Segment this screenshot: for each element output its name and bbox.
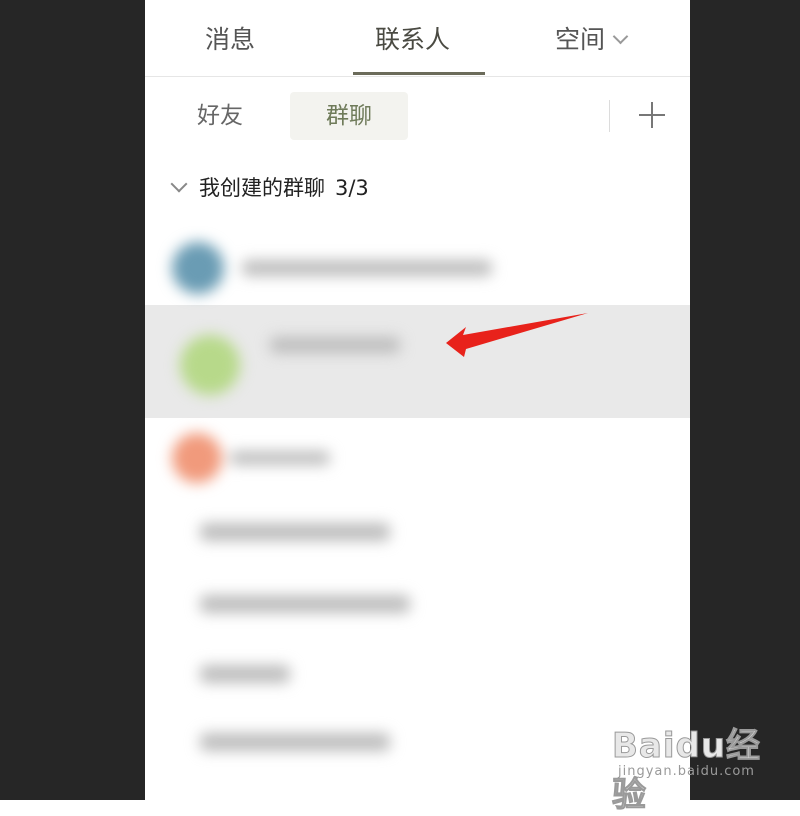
subtab-groups[interactable]: 群聊 [290, 92, 408, 140]
subtab-friends[interactable]: 好友 [197, 92, 243, 140]
blurred-group-list [160, 215, 680, 770]
section-count: 3/3 [335, 176, 369, 200]
group-name-redacted [230, 451, 330, 465]
plus-icon[interactable] [639, 102, 665, 128]
contact-subtabs: 好友 群聊 [145, 90, 690, 142]
redacted-text [200, 665, 290, 683]
group-avatar [180, 335, 240, 395]
redacted-text [200, 595, 410, 613]
list-item[interactable] [160, 425, 360, 495]
tab-space[interactable]: 空间 [555, 22, 629, 58]
subtab-friends-label: 好友 [197, 103, 243, 129]
tab-messages-label: 消息 [205, 25, 256, 54]
group-avatar [172, 433, 222, 483]
redacted-text [200, 733, 390, 751]
redacted-text [200, 523, 390, 541]
tab-messages[interactable]: 消息 [205, 22, 255, 58]
list-item[interactable] [160, 230, 500, 305]
section-title: 我创建的群聊 [199, 176, 325, 200]
right-backdrop [690, 0, 800, 800]
group-name-redacted [242, 260, 492, 276]
top-tab-bar: 消息 联系人 空间 [145, 0, 690, 77]
list-item[interactable] [160, 315, 440, 415]
chevron-down-icon [170, 175, 188, 193]
baidu-watermark: Baidu经验 jingyan.baidu.com [612, 718, 782, 816]
chevron-down-icon [612, 28, 629, 45]
subtab-groups-label: 群聊 [326, 103, 372, 129]
watermark-url: jingyan.baidu.com [618, 764, 755, 779]
tab-space-label: 空间 [555, 25, 606, 54]
left-backdrop [0, 0, 145, 800]
red-arrow-icon [446, 313, 588, 357]
contacts-panel: 消息 联系人 空间 好友 群聊 我创建的群聊 3/3 [145, 0, 690, 800]
group-avatar [172, 242, 224, 294]
divider [609, 100, 610, 132]
active-tab-indicator [353, 72, 485, 75]
tab-contacts-label: 联系人 [375, 25, 451, 54]
group-section-header[interactable]: 我创建的群聊 3/3 [167, 170, 369, 206]
tab-contacts[interactable]: 联系人 [375, 22, 450, 58]
group-name-redacted [270, 337, 400, 353]
